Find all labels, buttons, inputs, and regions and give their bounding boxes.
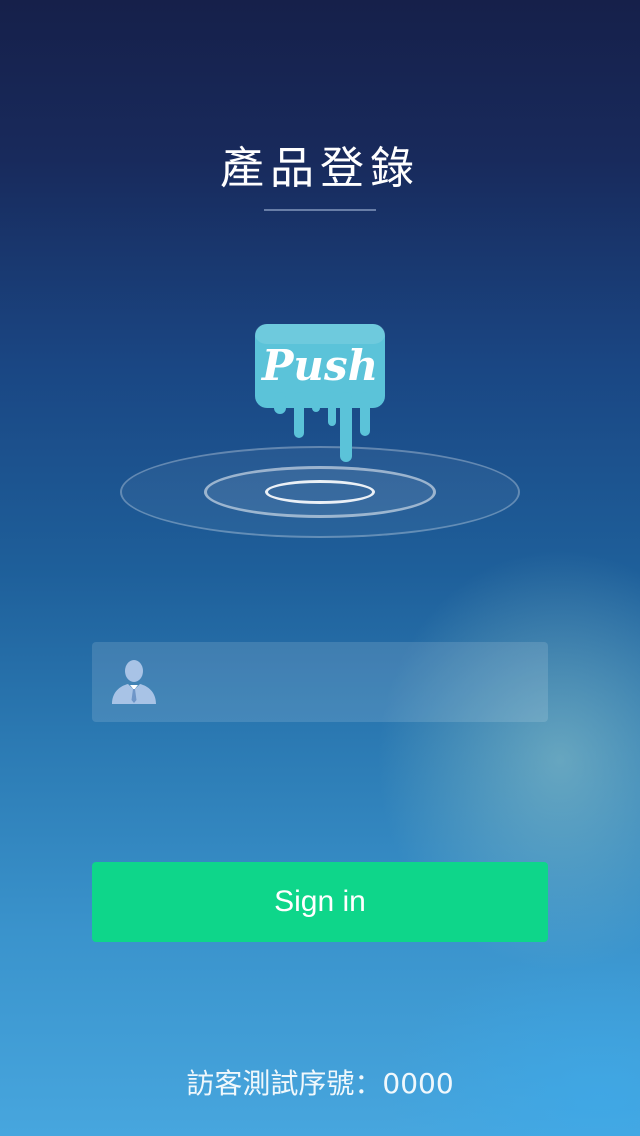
username-field[interactable] (92, 642, 548, 724)
title-divider (264, 209, 376, 211)
guest-serial-value: 0000 (382, 1067, 454, 1100)
logo-wordmark: Push (261, 341, 378, 390)
sign-in-button[interactable]: Sign in (92, 862, 548, 942)
guest-serial-text: 訪客測試序號：0000 (0, 1062, 640, 1102)
username-input[interactable] (172, 642, 536, 724)
guest-serial-label: 訪客測試序號： (186, 1067, 383, 1100)
page-title: 產品登錄 (220, 143, 420, 194)
push-logo-icon: Push (252, 322, 388, 464)
login-screen: 產品登錄 Push Sign in 訪客測試序號：0000 (0, 0, 640, 1136)
user-icon (110, 660, 158, 704)
ripple-ring-inner (265, 480, 375, 504)
